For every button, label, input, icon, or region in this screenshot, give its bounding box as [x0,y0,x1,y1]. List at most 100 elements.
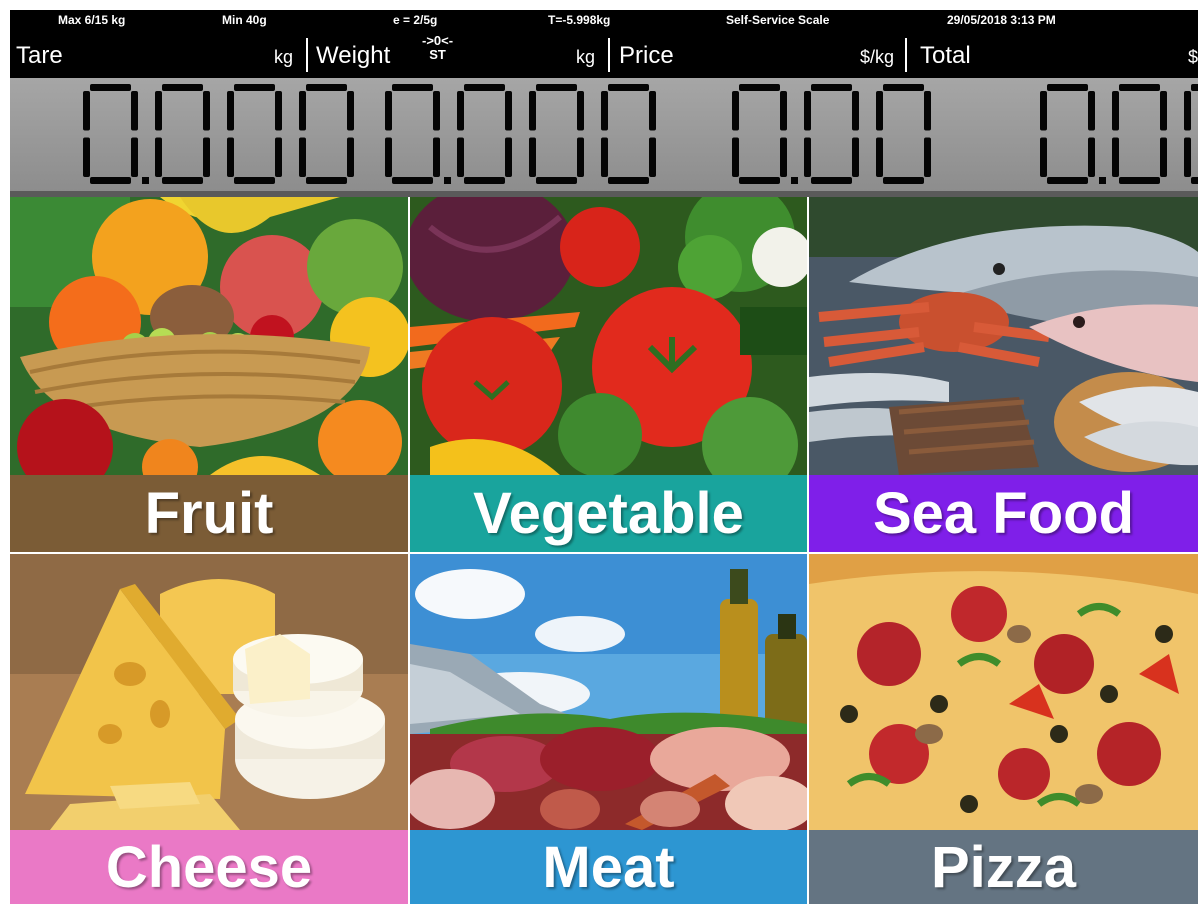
pizza-image [809,554,1198,830]
price-label: Price [619,42,674,69]
category-tile-fruit[interactable]: Fruit [10,197,408,552]
digit-segment [1191,84,1198,91]
digit-segment [601,91,608,131]
digit-display [10,78,1198,191]
digit-segment [464,84,505,91]
digit-segment [649,137,656,177]
digit-segment [601,137,608,177]
digit-segment [203,91,210,131]
category-grid: Fruit Vegetable Sea Food Cheese Meat Piz… [10,197,1198,904]
category-tile-cheese[interactable]: Cheese [10,554,408,904]
weight-readout [385,84,656,184]
category-label-cheese: Cheese [10,830,408,904]
total-label: Total [920,42,971,69]
digit-segment [227,91,234,131]
digit-segment [1040,91,1047,131]
digit-segment [1088,137,1095,177]
category-tile-pizza[interactable]: Pizza [809,554,1198,904]
digit-segment [577,137,584,177]
digit-segment [90,177,131,184]
digit-segment [433,137,440,177]
scale-mode: Self-Service Scale [726,13,830,27]
digit-segment [1184,91,1191,131]
digit-segment [1040,137,1047,177]
digit-segment [780,91,787,131]
tare-readout [83,84,354,184]
weight-unit: kg [576,47,596,67]
tare-label: Tare [16,42,63,69]
category-label-seafood: Sea Food [809,475,1198,552]
digit-segment [162,84,203,91]
digit-segment [732,137,739,177]
digit-segment [577,91,584,131]
digit-segment [608,84,649,91]
digit-segment [924,91,931,131]
price-unit: $/kg [860,47,895,67]
digit-segment [83,137,90,177]
digit-segment [306,177,347,184]
digit-segment [529,137,536,177]
digit-segment [536,84,577,91]
digit-segment [464,131,505,138]
digit-segment [385,91,392,131]
digit-segment [876,91,883,131]
price-readout [732,84,931,184]
decimal-point [444,177,451,184]
division: e = 2/5g [393,13,438,27]
category-label-fruit: Fruit [10,475,408,552]
digit-segment [811,177,852,184]
digit-segment [1112,91,1119,131]
zero-stable-indicator: ->0<- ST [422,34,453,62]
category-tile-vegetable[interactable]: Vegetable [410,197,807,552]
total-readout [1040,84,1198,184]
digit-segment [275,91,282,131]
digit-segment [162,177,203,184]
digit-segment [299,137,306,177]
digit-segment [883,84,924,91]
digit-segment [131,91,138,131]
digit-segment [608,177,649,184]
digit-segment [1184,137,1191,177]
tare-unit: kg [274,47,294,67]
digit-segment [203,137,210,177]
digit-segment [162,131,203,138]
digit-segment [90,84,131,91]
digit-segment [1047,131,1088,138]
digit-segment [347,91,354,131]
separator [306,38,308,72]
meat-image [410,554,807,830]
cheese-image [10,554,408,830]
digit-segment [392,131,433,138]
digit-segment [883,177,924,184]
status-bar: Max 6/15 kg Min 40g e = 2/5g T=-5.998kg … [10,10,1198,30]
digit-segment [464,177,505,184]
segment-readout [83,84,1198,184]
decimal-point [142,177,149,184]
digit-segment [131,137,138,177]
digit-segment [299,91,306,131]
digit-segment [457,91,464,131]
digit-segment [227,137,234,177]
digit-segment [457,137,464,177]
digit-segment [529,91,536,131]
category-tile-seafood[interactable]: Sea Food [809,197,1198,552]
digit-segment [1119,177,1160,184]
digit-segment [1160,137,1167,177]
seafood-image [809,197,1198,475]
digit-segment [83,91,90,131]
digit-segment [608,131,649,138]
separator [608,38,610,72]
digit-segment [433,91,440,131]
digit-segment [804,91,811,131]
category-label-pizza: Pizza [809,830,1198,904]
total-unit: $ [1188,47,1198,67]
digit-segment [505,91,512,131]
digit-segment [1088,91,1095,131]
category-label-vegetable: Vegetable [410,475,807,552]
category-tile-meat[interactable]: Meat [410,554,807,904]
zero-indicator: ->0<- [422,33,454,48]
digit-segment [392,177,433,184]
digit-segment [811,84,852,91]
digit-segment [275,137,282,177]
digit-segment [234,131,275,138]
